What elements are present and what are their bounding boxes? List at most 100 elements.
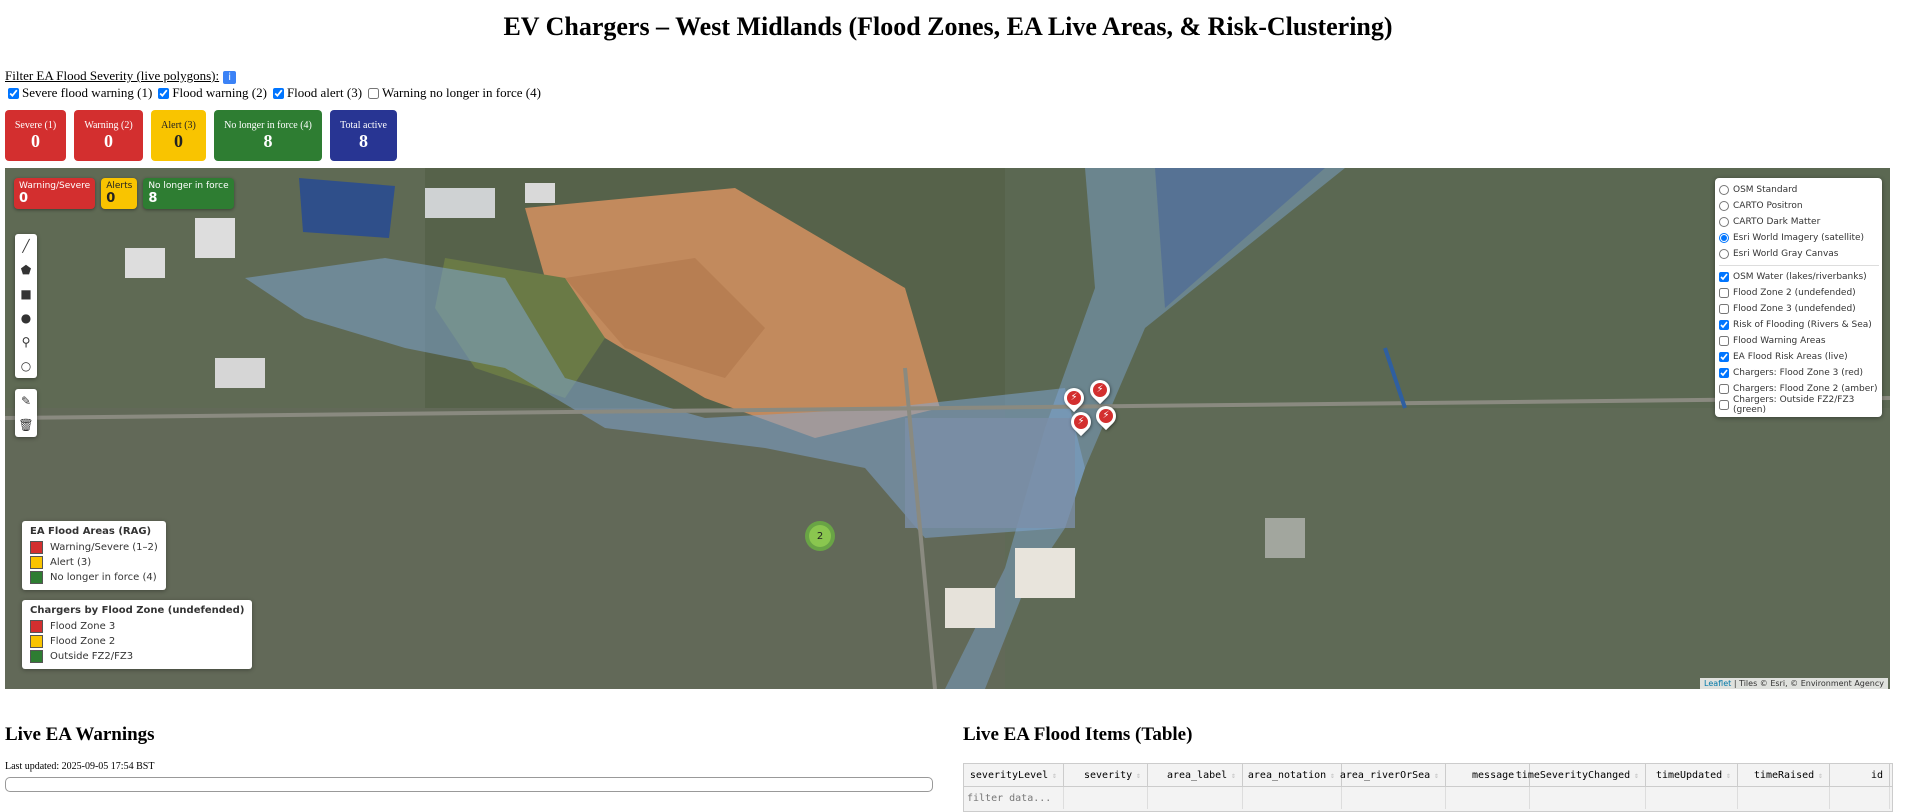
col-area-label[interactable]: area_label ⇕ [1148, 764, 1243, 786]
draw-toolbar: ╱ ⬟ ■ ● ⚲ ○ [15, 234, 37, 378]
legend-swatch [30, 620, 43, 633]
overlay-chargers-fz3[interactable]: Chargers: Flood Zone 3 (red) [1719, 365, 1879, 381]
rag-alerts: Alerts 0 [101, 178, 138, 209]
last-updated: Last updated: 2025-09-05 17:54 BST [5, 761, 155, 772]
card-warning: Warning (2) 0 [74, 110, 143, 161]
draw-circle-icon[interactable]: ● [15, 306, 37, 330]
overlay-ea-flood-risk[interactable]: EA Flood Risk Areas (live) [1719, 349, 1879, 365]
severity-filter-label: Filter EA Flood Severity (live polygons)… [5, 68, 237, 84]
base-layer-esri-imagery[interactable]: Esri World Imagery (satellite) [1719, 230, 1879, 246]
filter-input[interactable] [1243, 787, 1342, 809]
filter-input[interactable] [1148, 787, 1243, 809]
layer-control: OSM Standard CARTO Positron CARTO Dark M… [1715, 178, 1882, 417]
overlay-checkbox[interactable] [1719, 368, 1729, 378]
draw-rectangle-icon[interactable]: ■ [15, 282, 37, 306]
overlay-checkbox[interactable] [1719, 352, 1729, 362]
info-icon[interactable]: i [223, 71, 237, 84]
draw-circlemarker-icon[interactable]: ○ [15, 354, 37, 378]
col-severity[interactable]: severity ⇕ [1064, 764, 1148, 786]
overlay-checkbox[interactable] [1719, 384, 1729, 394]
filter-input[interactable] [1446, 787, 1530, 809]
base-layer-carto-dark[interactable]: CARTO Dark Matter [1719, 214, 1879, 230]
overlay-flood-warning-areas[interactable]: Flood Warning Areas [1719, 333, 1879, 349]
col-severityLevel[interactable]: severityLevel ⇕ [964, 764, 1064, 786]
legend-swatch [30, 556, 43, 569]
col-timeSeverityChanged[interactable]: timeSeverityChanged ⇕ [1516, 764, 1646, 786]
legend-swatch [30, 635, 43, 648]
col-area-riverOrSea[interactable]: area_riverOrSea ⇕ [1340, 764, 1446, 786]
rag-summary: Warning/Severe 0 Alerts 0 No longer in for… [14, 178, 234, 209]
filter-input[interactable] [1064, 787, 1148, 809]
filter-input[interactable] [1530, 787, 1646, 809]
filter-alert[interactable]: Flood alert (3) [271, 85, 362, 101]
overlay-osm-water[interactable]: OSM Water (lakes/riverbanks) [1719, 269, 1879, 285]
overlay-checkbox[interactable] [1719, 272, 1729, 282]
overlay-chargers-outside[interactable]: Chargers: Outside FZ2/FZ3 (green) [1719, 395, 1879, 415]
bolt-icon: ⚡ [1074, 415, 1088, 429]
draw-marker-icon[interactable]: ⚲ [15, 330, 37, 354]
overlay-risk-of-flooding[interactable]: Risk of Flooding (Rivers & Sea) [1719, 317, 1879, 333]
filter-severe-checkbox[interactable] [8, 87, 19, 99]
bolt-icon: ⚡ [1099, 409, 1113, 423]
base-layer-radio[interactable] [1719, 249, 1729, 259]
draw-polyline-icon[interactable]: ╱ [15, 234, 37, 258]
warnings-box [5, 777, 933, 792]
base-layer-esri-gray[interactable]: Esri World Gray Canvas [1719, 246, 1879, 262]
warnings-title: Live EA Warnings [5, 724, 155, 745]
satellite-imagery [5, 168, 1890, 689]
severity-filter-checkboxes: Severe flood warning (1) Flood warning (… [6, 85, 543, 101]
filter-input[interactable]: filter data... [964, 787, 1064, 809]
leaflet-link[interactable]: Leaflet [1704, 679, 1731, 688]
delete-layers-icon[interactable]: 🗑 [15, 413, 37, 437]
legend-swatch [30, 541, 43, 554]
legend-ea-flood-areas: EA Flood Areas (RAG) Warning/Severe (1–2… [22, 521, 166, 590]
marker-cluster[interactable]: 2 [805, 521, 835, 551]
base-layer-radio[interactable] [1719, 185, 1729, 195]
overlay-checkbox[interactable] [1719, 304, 1729, 314]
draw-polygon-icon[interactable]: ⬟ [15, 258, 37, 282]
overlay-flood-zone-2[interactable]: Flood Zone 2 (undefended) [1719, 285, 1879, 301]
legend-swatch [30, 650, 43, 663]
filter-severe[interactable]: Severe flood warning (1) [6, 85, 152, 101]
legend-swatch [30, 571, 43, 584]
table-filter-row: filter data... [964, 787, 1892, 809]
map[interactable]: Warning/Severe 0 Alerts 0 No longer in for… [5, 168, 1890, 689]
edit-toolbar: ✎ 🗑 [15, 389, 37, 437]
bolt-icon: ⚡ [1093, 383, 1107, 397]
filter-no-longer-checkbox[interactable] [368, 87, 380, 99]
base-layer-radio[interactable] [1719, 217, 1729, 227]
col-timeRaised[interactable]: timeRaised ⇕ [1738, 764, 1830, 786]
filter-no-longer[interactable]: Warning no longer in force (4) [366, 85, 541, 101]
filter-input[interactable] [1342, 787, 1446, 809]
legend-chargers: Chargers by Flood Zone (undefended) Floo… [22, 600, 253, 669]
col-area-notation[interactable]: area_notation ⇕ [1243, 764, 1342, 786]
base-layer-carto-positron[interactable]: CARTO Positron [1719, 198, 1879, 214]
rag-no-longer: No longer in force 8 [143, 178, 234, 209]
base-layer-osm-standard[interactable]: OSM Standard [1719, 182, 1879, 198]
edit-layers-icon[interactable]: ✎ [15, 389, 37, 413]
rag-warning-severe: Warning/Severe 0 [14, 178, 96, 209]
filter-alert-checkbox[interactable] [272, 87, 284, 99]
filter-warning[interactable]: Flood warning (2) [156, 85, 267, 101]
base-layer-radio[interactable] [1719, 233, 1729, 243]
overlay-checkbox[interactable] [1719, 288, 1729, 298]
filter-input[interactable] [1646, 787, 1738, 809]
col-timeUpdated[interactable]: timeUpdated ⇕ [1646, 764, 1738, 786]
table-title: Live EA Flood Items (Table) [963, 724, 1193, 745]
overlay-checkbox[interactable] [1719, 336, 1729, 346]
base-layer-radio[interactable] [1719, 201, 1729, 211]
overlay-checkbox[interactable] [1719, 320, 1729, 330]
severity-summary-cards: Severe (1) 0 Warning (2) 0 Alert (3) 0 No l… [5, 110, 397, 161]
filter-input[interactable] [1830, 787, 1890, 809]
filter-warning-checkbox[interactable] [158, 87, 170, 99]
overlay-flood-zone-3[interactable]: Flood Zone 3 (undefended) [1719, 301, 1879, 317]
overlay-checkbox[interactable] [1719, 400, 1729, 410]
flood-items-table: severityLevel ⇕ severity ⇕ area_label ⇕ are… [963, 763, 1893, 812]
map-attribution: Leaflet | Tiles © Esri, © Environment Ag… [1700, 678, 1888, 689]
card-no-longer: No longer in force (4) 8 [214, 110, 322, 161]
col-id[interactable]: id [1830, 764, 1890, 786]
card-severe: Severe (1) 0 [5, 110, 66, 161]
filter-input[interactable] [1738, 787, 1830, 809]
card-alert: Alert (3) 0 [151, 110, 206, 161]
page-title: EV Chargers – West Midlands (Flood Zones… [503, 12, 1393, 41]
